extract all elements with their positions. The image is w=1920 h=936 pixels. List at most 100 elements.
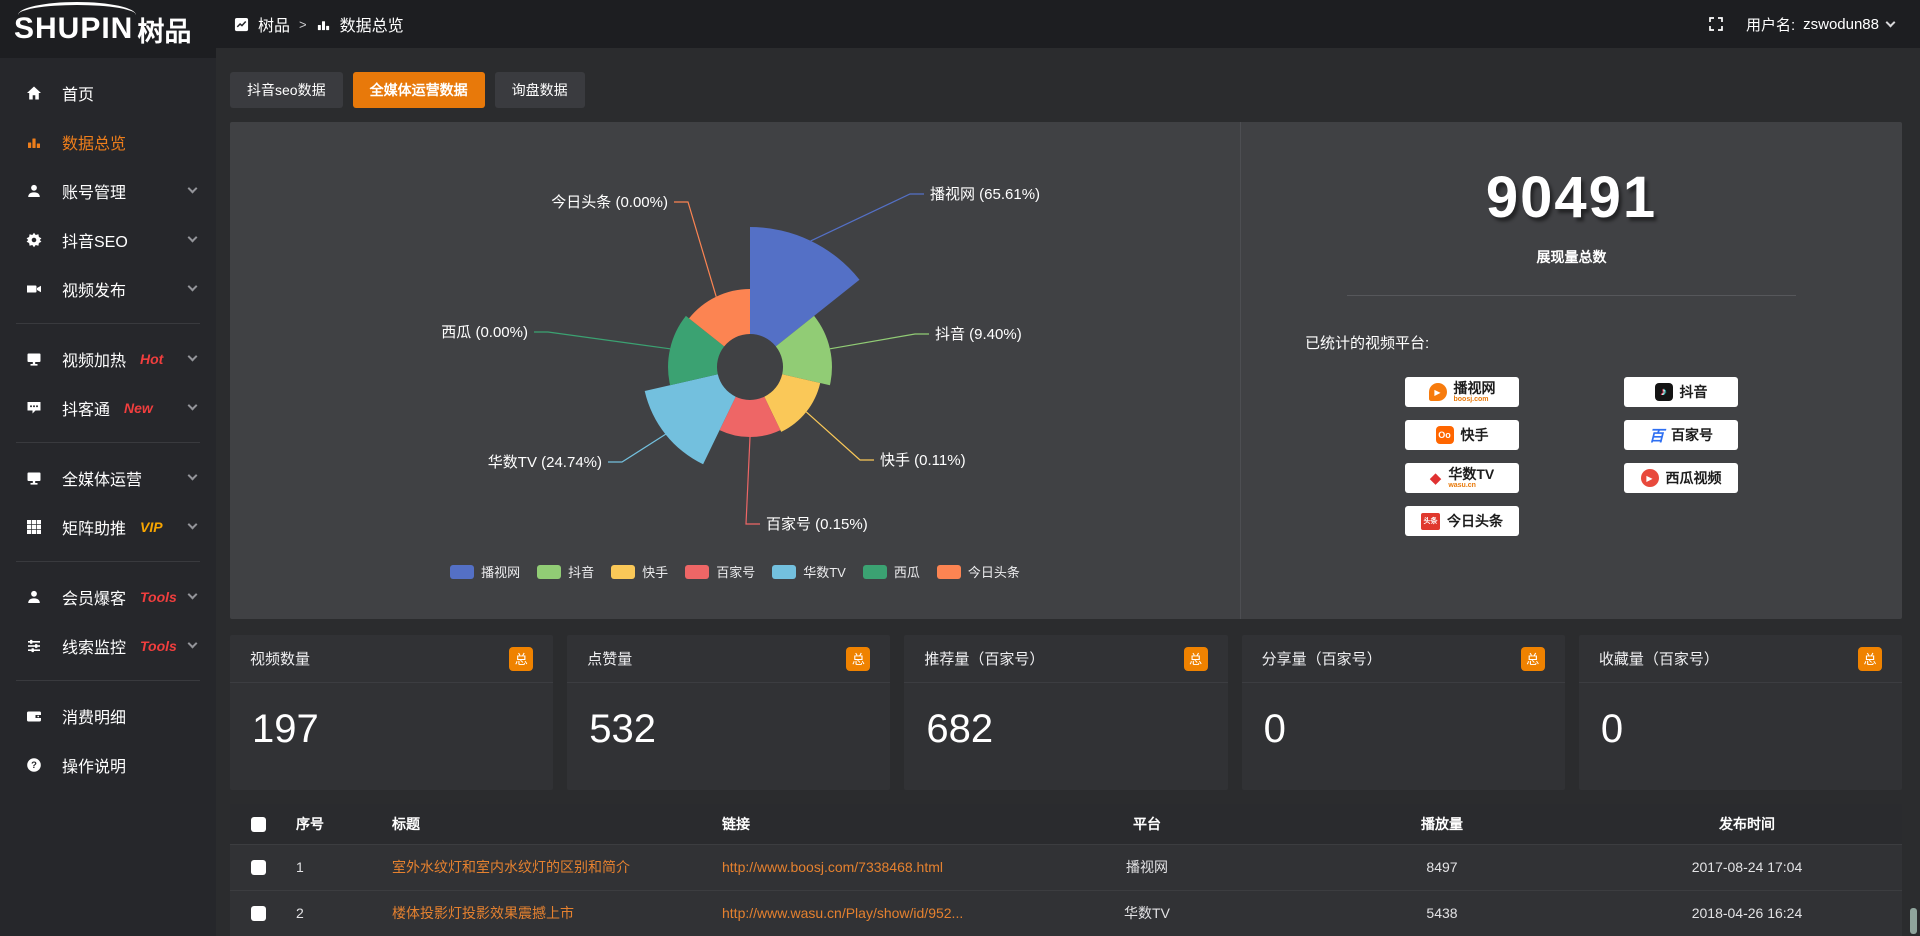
sidebar-item-lead-monitoring[interactable]: 线索监控Tools [0,621,216,670]
sidebar-item-member-baoke[interactable]: 会员爆客Tools [0,572,216,621]
pie-label: 百家号 (0.15%) [766,516,868,533]
sidebar-item-account-management[interactable]: 账号管理 [0,166,216,215]
legend-item-抖音[interactable]: 抖音 [537,562,594,581]
total-badge: 总 [1521,647,1545,671]
sidebar-item-badge: VIP [140,519,163,535]
stat-card-favorite-count: 收藏量（百家号） 总 0 [1579,635,1902,790]
stat-card-like-count: 点赞量 总 532 [567,635,890,790]
total-impressions-label: 展现量总数 [1241,247,1902,267]
breadcrumb-current[interactable]: 数据总览 [340,12,404,36]
row-select-cell [230,844,286,890]
rose-chart[interactable]: 播视网 (65.61%)抖音 (9.40%)快手 (0.11%)百家号 (0.1… [230,122,1240,619]
tab-omnimedia-operation-data[interactable]: 全媒体运营数据 [353,72,485,108]
sidebar-item-label: 矩阵助推 [62,515,126,539]
sidebar-item-label: 抖客通 [62,396,110,420]
stat-card-value: 0 [1579,683,1902,752]
sidebar-item-doukotong[interactable]: 抖客通New [0,383,216,432]
total-badge: 总 [1858,647,1882,671]
logo-arc-decoration [18,2,136,28]
total-badge: 总 [846,647,870,671]
pie-label-line [534,332,670,349]
platform-subtext: boosj.com [1454,396,1496,403]
user-icon [26,589,46,605]
select-all-checkbox[interactable] [251,817,266,832]
row-checkbox[interactable] [251,906,266,921]
scrollbar-thumb[interactable] [1910,908,1917,934]
sliders-icon [26,638,46,654]
legend-item-快手[interactable]: 快手 [611,562,668,581]
data-tabs: 抖音seo数据全媒体运营数据询盘数据 [230,72,1902,108]
pie-label-line [806,412,874,460]
legend-item-今日头条[interactable]: 今日头条 [937,562,1020,581]
user-area: 用户名: zswodun88 [1708,14,1894,35]
breadcrumb: 树品 > 数据总览 [234,12,404,36]
tab-inquiry-data[interactable]: 询盘数据 [495,72,585,108]
column-header: 平台 [1002,804,1292,844]
platform-badge-douyin: ♪抖音 [1624,377,1738,407]
topbar: 树品 > 数据总览 用户名: zswodun88 [216,0,1920,48]
boosj-logo-icon: ▶ [1429,383,1447,401]
tab-douyin-seo-data[interactable]: 抖音seo数据 [230,72,343,108]
stat-card-value: 0 [1242,683,1565,752]
platform-name: 今日头条 [1447,514,1503,529]
user-dropdown[interactable]: 用户名: zswodun88 [1746,14,1894,35]
stat-card-share-count: 分享量（百家号） 总 0 [1242,635,1565,790]
platform-subtext: wasu.cn [1448,482,1494,489]
sidebar-item-douyin-seo[interactable]: 抖音SEO [0,215,216,264]
legend-color-chip [772,565,796,579]
row-checkbox[interactable] [251,860,266,875]
chat-icon [26,400,46,416]
legend-color-chip [937,565,961,579]
row-plays: 5438 [1292,890,1592,936]
sidebar-divider [16,680,200,681]
sidebar-item-consumption-details[interactable]: 消费明细 [0,691,216,740]
pie-label: 播视网 (65.61%) [930,186,1040,203]
sidebar-divider [16,561,200,562]
total-badge: 总 [1184,647,1208,671]
sidebar-item-label: 全媒体运营 [62,466,142,490]
username-prefix: 用户名: [1746,14,1795,35]
legend-item-播视网[interactable]: 播视网 [450,562,520,581]
legend-color-chip [685,565,709,579]
rose-chart-svg[interactable]: 播视网 (65.61%)抖音 (9.40%)快手 (0.11%)百家号 (0.1… [230,122,1240,560]
monitor-icon [26,351,46,367]
sidebar-item-operation-guide[interactable]: ?操作说明 [0,740,216,789]
sidebar-item-label: 线索监控 [62,634,126,658]
sidebar-item-data-overview[interactable]: 数据总览 [0,117,216,166]
breadcrumb-root[interactable]: 树品 [258,12,290,36]
total-impressions-value: 90491 [1241,164,1902,231]
video-icon [26,281,46,297]
scrollbar-track[interactable] [1910,52,1918,936]
fullscreen-icon[interactable] [1708,16,1724,32]
legend-label: 播视网 [481,562,520,581]
sidebar-item-home[interactable]: 首页 [0,68,216,117]
sidebar-item-label: 账号管理 [62,179,126,203]
row-title-link[interactable]: 室外水纹灯和室内水纹灯的区别和简介 [382,844,712,890]
chart-legend: 播视网抖音快手百家号华数TV 西瓜今日头条 [230,562,1240,581]
app-logo: SHUPIN 树品 [0,0,216,58]
sidebar-item-omnimedia-operation[interactable]: 全媒体运营 [0,453,216,502]
pie-label-line [608,434,666,462]
sidebar-divider [16,442,200,443]
sidebar-item-video-publish[interactable]: 视频发布 [0,264,216,313]
pie-label-line [674,202,716,297]
sidebar-item-label: 会员爆客 [62,585,126,609]
sidebar-item-matrix-boost[interactable]: 矩阵助推 VIP [0,502,216,551]
stat-card-value: 532 [567,683,890,752]
row-url-link[interactable]: http://www.wasu.cn/Play/show/id/952... [712,890,1002,936]
pie-label: 快手 (0.11%) [880,452,966,469]
platform-badge-toutiao: 头条今日头条 [1405,506,1519,536]
legend-item-西瓜[interactable]: 西瓜 [863,562,920,581]
sidebar-item-video-heating[interactable]: 视频加热Hot [0,334,216,383]
pie-slice-华数TV[interactable] [645,374,736,464]
table-header-row: 序号标题链接平台播放量发布时间 [230,804,1902,844]
platform-name: 抖音 [1680,385,1708,400]
gear-icon [26,232,46,248]
row-url-link[interactable]: http://www.boosj.com/7338468.html [712,844,1002,890]
row-title-link[interactable]: 楼体投影灯投影效果震撼上市 [382,890,712,936]
row-time: 2017-08-24 17:04 [1592,844,1902,890]
legend-item-百家号[interactable]: 百家号 [685,562,755,581]
legend-item-华数TV[interactable]: 华数TV [772,562,846,581]
platform-badge-column: ▶播视网boosj.comOo快手◆华数TVwasu.cn头条今日头条 [1405,377,1519,536]
platform-badge-kuaishou: Oo快手 [1405,420,1519,450]
